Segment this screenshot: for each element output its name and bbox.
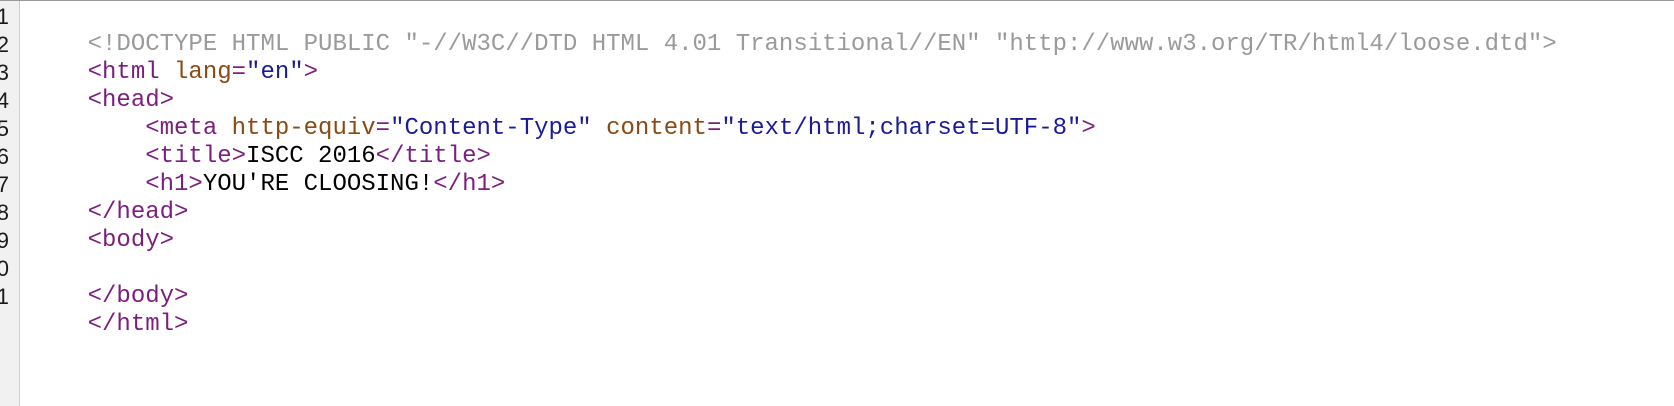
- lang-value: "en": [246, 59, 304, 86]
- h1-tag-close: </h1>: [433, 171, 506, 198]
- tag-close-bracket: >: [303, 59, 319, 86]
- code-line-6[interactable]: <h1>YOU'RE CLOOSING!</h1>: [30, 143, 505, 198]
- code-line-7[interactable]: </head>: [30, 171, 189, 226]
- tag-close-bracket: >: [1081, 115, 1096, 142]
- body-tag-open: <body>: [87, 227, 175, 254]
- code-line-1[interactable]: <!DOCTYPE HTML PUBLIC "-//W3C//DTD HTML …: [30, 3, 1557, 58]
- line-number: 5: [0, 116, 9, 141]
- equals-sign: =: [231, 59, 247, 86]
- line-number: 6: [0, 144, 9, 169]
- lang-attribute: lang: [174, 59, 232, 86]
- content-value: "text/html;charset=UTF-8": [721, 115, 1082, 142]
- line-number: 8: [0, 200, 9, 225]
- code-line-9[interactable]: [30, 227, 88, 255]
- code-line-3[interactable]: <head>: [30, 59, 174, 114]
- line-number-gutter: 1 2 3 4 5 6 7 8 9 0 1: [0, 1, 20, 406]
- code-line-10[interactable]: </body>: [30, 255, 189, 310]
- line-number: 9: [0, 228, 9, 253]
- line-number: 7: [0, 172, 9, 197]
- h1-text: YOU'RE CLOOSING!: [202, 171, 434, 198]
- line-number: 2: [0, 32, 9, 57]
- content-attribute: content: [606, 115, 707, 142]
- line-number: 1: [0, 4, 9, 29]
- html-tag-close: </html>: [87, 311, 189, 338]
- code-line-5[interactable]: <title>ISCC 2016</title>: [30, 115, 491, 170]
- code-line-2[interactable]: <html lang="en">: [30, 31, 318, 86]
- code-line-4[interactable]: <meta http-equiv="Content-Type" content=…: [30, 87, 1096, 142]
- line-number: 3: [0, 60, 9, 85]
- code-line-11[interactable]: </html>: [30, 283, 189, 338]
- line-number: 0: [0, 256, 9, 281]
- code-line-8[interactable]: <body>: [30, 199, 174, 254]
- line-number: 4: [0, 88, 9, 113]
- line-number: 1: [0, 284, 9, 309]
- source-code-viewer[interactable]: 1 2 3 4 5 6 7 8 9 0 1 <!DOCTYPE HTML PUB…: [0, 0, 1674, 406]
- equals-sign: =: [706, 115, 722, 142]
